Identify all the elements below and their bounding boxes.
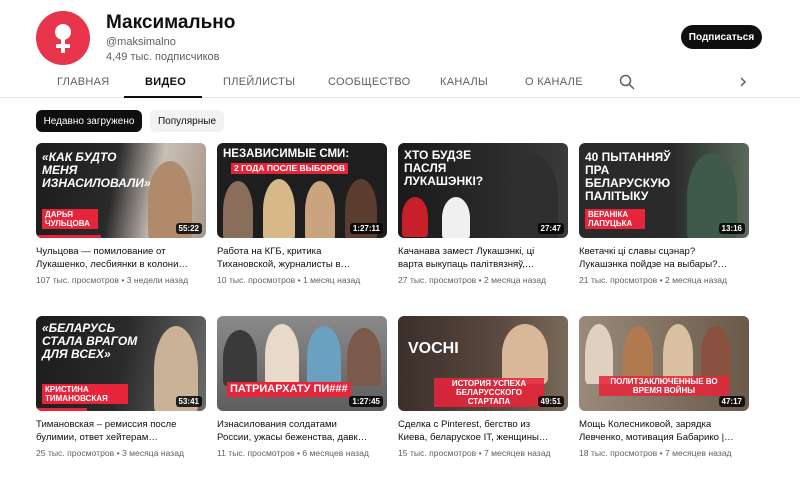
video-duration: 53:41 (175, 396, 202, 407)
video-meta: 107 тыс. просмотров • 3 недели назад (36, 275, 189, 285)
thumbnail-headline: «БЕЛАРУСЬ СТАЛА ВРАГОМ ДЛЯ ВСЕХ» (42, 321, 138, 361)
filter-popular-chip[interactable]: Популярные (150, 110, 224, 132)
thumbnail-tag: ПАТРИАРХАТУ ПИ### (227, 382, 351, 397)
video-card[interactable]: НЕЗАВИСИМЫЕ СМИ: 2 ГОДА ПОСЛЕ ВЫБОРОВ 1:… (217, 143, 387, 285)
video-card[interactable]: «БЕЛАРУСЬ СТАЛА ВРАГОМ ДЛЯ ВСЕХ» КРИСТИН… (36, 316, 206, 458)
video-thumbnail[interactable]: ПАТРИАРХАТУ ПИ### 1:27:45 (217, 316, 387, 411)
thumbnail-headline: НЕЗАВИСИМЫЕ СМИ: (223, 148, 350, 160)
thumbnail-tag: ИСТОРИЯ УСПЕХА БЕЛАРУССКОГО СТАРТАПА (434, 378, 544, 407)
thumbnail-headline: VOCHI (408, 340, 459, 357)
person-photo (223, 181, 253, 238)
thumbnail-tag: ДАРЬЯ ЧУЛЬЦОВА (42, 209, 98, 229)
person-photo (307, 326, 341, 386)
video-duration: 55:22 (175, 223, 202, 234)
search-icon[interactable] (619, 74, 635, 90)
channel-name: Максимально (106, 12, 236, 33)
person-photo (223, 330, 257, 386)
person-photo (585, 324, 613, 384)
subscriber-count: 4,49 тыс. подписчиков (106, 51, 220, 63)
video-thumbnail[interactable]: ПОЛИТЗАКЛЮЧЕННЫЕ ВО ВРЕМЯ ВОЙНЫ 47:17 (579, 316, 749, 411)
channel-header: Максимально @maksimalno 4,49 тыс. подпис… (0, 0, 800, 72)
active-tab-indicator (124, 96, 202, 98)
thumbnail-headline: 40 ПЫТАННЯЎ ПРА БЕЛАРУСКУЮ ПАЛІТЫКУ (585, 150, 671, 203)
filter-recent-chip[interactable]: Недавно загружено (36, 110, 142, 132)
video-meta: 21 тыс. просмотров • 2 месяца назад (579, 275, 728, 285)
chevron-right-icon[interactable] (737, 76, 749, 88)
video-title[interactable]: Изнасилования солдатами России, ужасы беж… (217, 418, 387, 444)
tab-videos[interactable]: ВИДЕО (145, 76, 186, 88)
video-card[interactable]: 40 ПЫТАННЯЎ ПРА БЕЛАРУСКУЮ ПАЛІТЫКУ ВЕРА… (579, 143, 749, 285)
video-title[interactable]: Кветачкі ці славы сцэнар? Лукашэнка пойдз… (579, 245, 749, 271)
thumbnail-tag: КРИСТИНА ТИМАНОВСКАЯ (42, 384, 128, 404)
video-meta: 15 тыс. просмотров • 7 месяцев назад (398, 448, 551, 458)
video-duration: 13:16 (718, 223, 745, 234)
video-thumbnail[interactable]: 40 ПЫТАННЯЎ ПРА БЕЛАРУСКУЮ ПАЛІТЫКУ ВЕРА… (579, 143, 749, 238)
channel-handle: @maksimalno (106, 36, 176, 48)
tab-home[interactable]: ГЛАВНАЯ (57, 76, 110, 88)
thumbnail-tag: ВЕРАНІКА ЛАПУЦЬКА (585, 209, 645, 229)
video-thumbnail[interactable]: VOCHI ИСТОРИЯ УСПЕХА БЕЛАРУССКОГО СТАРТА… (398, 316, 568, 411)
video-card[interactable]: ПАТРИАРХАТУ ПИ### 1:27:45 Изнасилования … (217, 316, 387, 458)
video-title[interactable]: Сделка с Pinterest, бегство из Киева, бел… (398, 418, 568, 444)
video-duration: 1:27:11 (349, 223, 383, 234)
channel-avatar[interactable] (36, 11, 90, 65)
person-photo (502, 324, 548, 384)
video-meta: 18 тыс. просмотров • 7 месяцев назад (579, 448, 732, 458)
person-photo (402, 197, 428, 237)
video-meta: 25 тыс. просмотров • 3 месяца назад (36, 448, 185, 458)
video-card[interactable]: ПОЛИТЗАКЛЮЧЕННЫЕ ВО ВРЕМЯ ВОЙНЫ 47:17 Мо… (579, 316, 749, 458)
subscribe-button[interactable]: Подписаться (681, 25, 762, 49)
watch-progress-bar (36, 235, 101, 238)
video-title[interactable]: Качанава замест Лукашэнкі, ці варта выкуп… (398, 245, 568, 271)
video-title[interactable]: Мощь Колесниковой, зарядка Левченко, моти… (579, 418, 749, 444)
video-card[interactable]: «КАК БУДТО МЕНЯ ИЗНАСИЛОВАЛИ» ДАРЬЯ ЧУЛЬ… (36, 143, 206, 285)
video-title[interactable]: Тимановская – ремиссия после булимии, отв… (36, 418, 206, 444)
video-thumbnail[interactable]: «БЕЛАРУСЬ СТАЛА ВРАГОМ ДЛЯ ВСЕХ» КРИСТИН… (36, 316, 206, 411)
person-photo (347, 328, 381, 386)
tab-channels[interactable]: КАНАЛЫ (440, 76, 488, 88)
video-duration: 27:47 (537, 223, 564, 234)
video-thumbnail[interactable]: «КАК БУДТО МЕНЯ ИЗНАСИЛОВАЛИ» ДАРЬЯ ЧУЛЬ… (36, 143, 206, 238)
person-photo (305, 181, 335, 238)
thumbnail-tag: 2 ГОДА ПОСЛЕ ВЫБОРОВ (231, 163, 348, 174)
person-photo (265, 324, 299, 386)
video-meta: 27 тыс. просмотров • 2 месяца назад (398, 275, 547, 285)
female-symbol-icon (55, 24, 71, 53)
video-title[interactable]: Чульцова — помилование от Лукашенко, лесб… (36, 245, 206, 271)
channel-tabs: ГЛАВНАЯ ВИДЕО ПЛЕЙЛИСТЫ СООБЩЕСТВО КАНАЛ… (0, 68, 800, 98)
video-title[interactable]: Работа на КГБ, критика Тихановской, журна… (217, 245, 387, 271)
video-card[interactable]: VOCHI ИСТОРИЯ УСПЕХА БЕЛАРУССКОГО СТАРТА… (398, 316, 568, 458)
watch-progress-bar (36, 408, 87, 411)
video-duration: 1:27:45 (349, 396, 383, 407)
person-photo (263, 179, 295, 238)
tab-playlists[interactable]: ПЛЕЙЛИСТЫ (223, 76, 295, 88)
person-photo (442, 197, 470, 238)
video-duration: 47:17 (718, 396, 745, 407)
tab-community[interactable]: СООБЩЕСТВО (328, 76, 411, 88)
video-meta: 11 тыс. просмотров • 6 месяцев назад (217, 448, 369, 458)
video-duration: 49:51 (537, 396, 564, 407)
video-thumbnail[interactable]: НЕЗАВИСИМЫЕ СМИ: 2 ГОДА ПОСЛЕ ВЫБОРОВ 1:… (217, 143, 387, 238)
video-meta: 10 тыс. просмотров • 1 месяц назад (217, 275, 361, 285)
thumbnail-headline: «КАК БУДТО МЕНЯ ИЗНАСИЛОВАЛИ» (42, 150, 151, 190)
thumbnail-tag: ПОЛИТЗАКЛЮЧЕННЫЕ ВО ВРЕМЯ ВОЙНЫ (599, 376, 729, 396)
tab-about[interactable]: О КАНАЛЕ (525, 76, 583, 88)
thumbnail-headline: ХТО БУДЗЕ ПАСЛЯ ЛУКАШЭНКІ? (404, 148, 484, 188)
video-thumbnail[interactable]: ХТО БУДЗЕ ПАСЛЯ ЛУКАШЭНКІ? 27:47 (398, 143, 568, 238)
video-card[interactable]: ХТО БУДЗЕ ПАСЛЯ ЛУКАШЭНКІ? 27:47 Качанав… (398, 143, 568, 285)
person-photo (663, 324, 693, 384)
